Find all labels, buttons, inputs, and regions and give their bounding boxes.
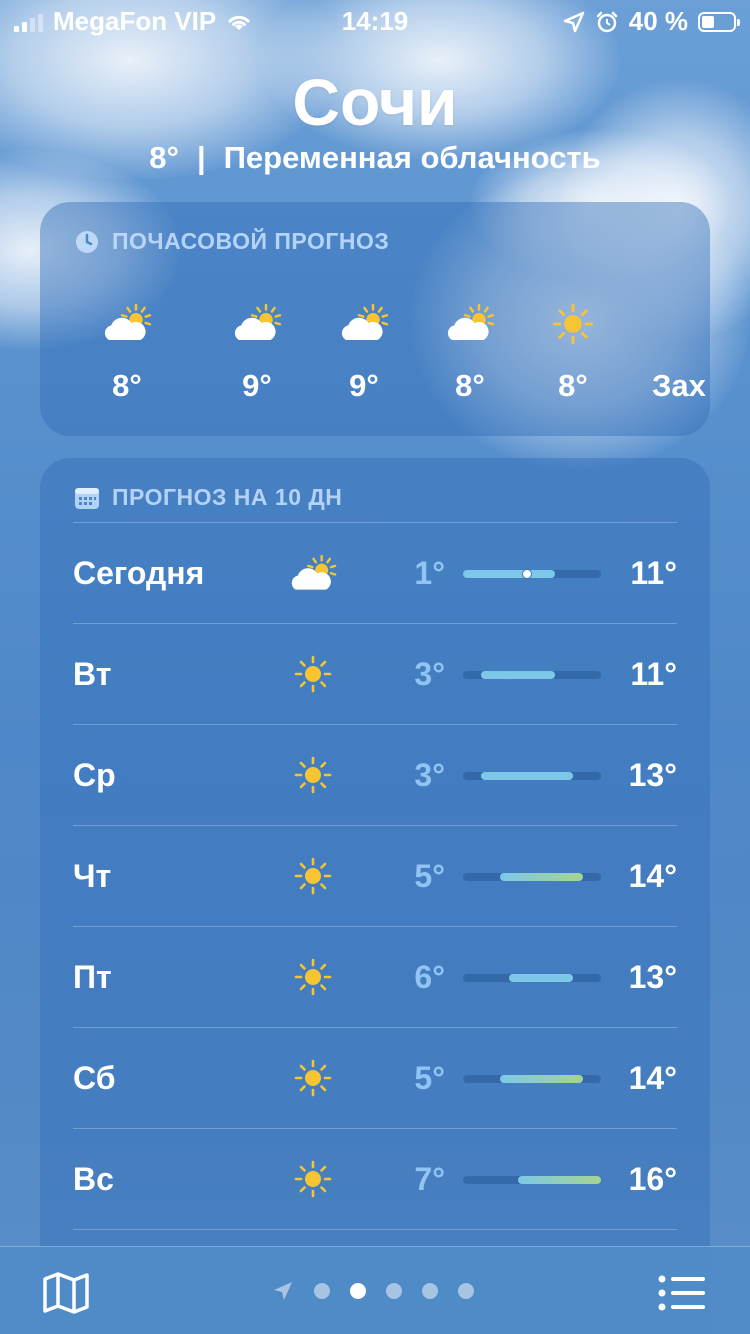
day-low-temperature: 6° [414, 959, 445, 995]
temperature-range-fill [518, 1176, 601, 1184]
sun-icon [294, 1059, 332, 1097]
sun-icon [294, 756, 332, 794]
alarm-icon [596, 11, 617, 32]
temperature-range-bar [463, 1075, 601, 1083]
temperature-range-fill [499, 1075, 583, 1083]
day-low-temperature: 1° [414, 555, 445, 591]
page-dot[interactable] [458, 1283, 474, 1299]
day-high-temperature: 11° [630, 656, 677, 692]
day-name: Сегодня [73, 555, 205, 591]
temperature-range-bar [463, 772, 601, 780]
temperature-range-fill [481, 671, 555, 679]
hourly-temperature: 8° [455, 368, 485, 403]
ten-day-forecast-title: ПРОГНОЗ НА 10 ДН [112, 484, 343, 510]
day-low-temperature: 5° [414, 1060, 445, 1096]
temperature-range-bar [463, 671, 601, 679]
current-condition-text: Переменная облачность [223, 140, 601, 175]
day-high-temperature: 13° [628, 959, 677, 995]
sun-icon [294, 958, 332, 996]
current-temperature: 8° [149, 140, 179, 175]
day-name: Вт [73, 656, 112, 692]
day-row[interactable]: Сб 5° 14° [73, 1027, 677, 1129]
day-row[interactable]: Вс 7° 16° [73, 1128, 677, 1230]
day-name: Сб [73, 1060, 116, 1096]
partly-cloudy-icon [341, 303, 389, 340]
day-high-temperature: 16° [628, 1161, 677, 1197]
day-high-temperature: 13° [628, 757, 677, 793]
page-indicator[interactable] [272, 1280, 474, 1302]
sun-icon [294, 857, 332, 895]
hourly-temperature: 9° [349, 368, 379, 403]
temperature-range-fill [481, 772, 574, 780]
day-name: Вс [73, 1161, 114, 1197]
day-row[interactable]: Сегодня 1° 11° [73, 522, 677, 624]
day-high-temperature: 11° [630, 555, 677, 591]
day-name: Пт [73, 959, 112, 995]
hourly-item: 9° [207, 300, 307, 404]
conditions-separator: | [196, 140, 206, 175]
location-header: Сочи 8° | Переменная облачность [0, 66, 750, 176]
current-conditions: 8° | Переменная облачность [0, 140, 750, 176]
hourly-item: Зах [652, 300, 750, 404]
hourly-item: 9° [314, 300, 414, 404]
location-arrow-icon [563, 11, 584, 32]
temperature-range-bar [463, 569, 601, 579]
city-list-icon[interactable] [658, 1275, 706, 1311]
day-high-temperature: 14° [628, 858, 677, 894]
partly-cloudy-icon [291, 554, 337, 590]
ten-day-forecast-header: ПРОГНОЗ НА 10 ДН [40, 458, 710, 511]
day-low-temperature: 3° [414, 656, 445, 692]
day-row[interactable]: Ср 3° 13° [73, 724, 677, 826]
battery-percent: 40 % [628, 6, 688, 36]
bottom-toolbar [0, 1246, 750, 1334]
hourly-item: 8° [523, 300, 623, 404]
ten-day-forecast-card[interactable]: ПРОГНОЗ НА 10 ДН Сегодня 1° 11° Вт 3° 11… [40, 458, 710, 1334]
hourly-temperature: 8° [558, 368, 588, 403]
day-row[interactable]: Чт 5° 14° [73, 825, 677, 927]
day-name: Чт [73, 858, 112, 894]
hourly-item: 8° [420, 300, 520, 404]
temperature-range-bar [463, 1176, 601, 1184]
day-row[interactable]: Пт 6° 13° [73, 926, 677, 1028]
hourly-forecast-title: ПОЧАСОВОЙ ПРОГНОЗ [112, 228, 390, 254]
map-icon[interactable] [42, 1271, 90, 1315]
hourly-temperature: Зах [652, 368, 706, 403]
day-row[interactable]: Вт 3° 11° [73, 623, 677, 725]
status-bar: MegaFon VIP 14:19 40 % [0, 0, 750, 40]
weather-screen: MegaFon VIP 14:19 40 % Сочи 8°|Перемен [0, 0, 750, 1334]
battery-icon [698, 11, 740, 32]
calendar-icon [75, 487, 99, 509]
hourly-temperature: 9° [242, 368, 272, 403]
hourly-forecast-header: ПОЧАСОВОЙ ПРОГНОЗ [40, 202, 710, 255]
day-low-temperature: 3° [414, 757, 445, 793]
sun-icon [294, 1160, 332, 1198]
partly-cloudy-icon [104, 303, 152, 340]
hourly-item: 8° [77, 300, 177, 404]
temperature-range-fill [463, 570, 555, 578]
clock-icon [76, 230, 98, 253]
partly-cloudy-icon [447, 303, 495, 340]
page-dot[interactable] [386, 1283, 402, 1299]
day-low-temperature: 7° [414, 1161, 445, 1197]
day-low-temperature: 5° [414, 858, 445, 894]
sun-icon [552, 303, 594, 345]
city-name: Сочи [292, 65, 458, 139]
temperature-range-bar [463, 974, 601, 982]
page-dot[interactable] [422, 1283, 438, 1299]
page-dot[interactable] [350, 1283, 366, 1299]
current-location-icon[interactable] [272, 1280, 294, 1302]
day-name: Ср [73, 757, 116, 793]
page-dot[interactable] [314, 1283, 330, 1299]
hourly-temperature: 8° [112, 368, 142, 403]
sun-icon [294, 655, 332, 693]
temperature-range-fill [509, 974, 574, 982]
partly-cloudy-icon [234, 303, 282, 340]
temperature-range-fill [499, 873, 583, 881]
day-high-temperature: 14° [628, 1060, 677, 1096]
temperature-range-bar [463, 873, 601, 881]
